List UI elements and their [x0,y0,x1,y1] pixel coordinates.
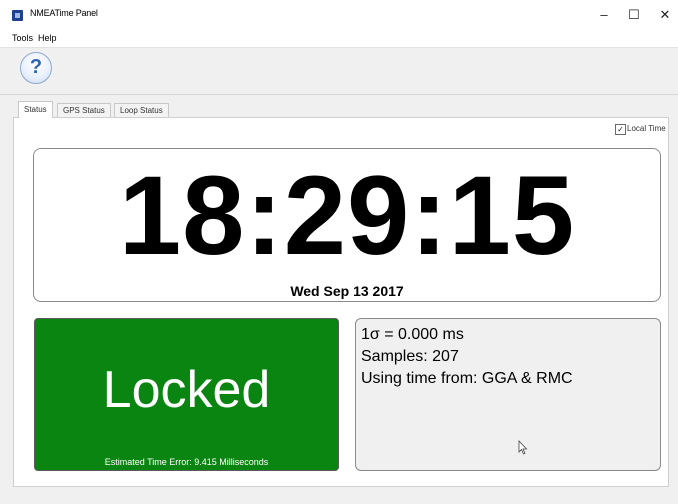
clock-time: 18:29:15 [118,153,576,278]
menu-bar [0,30,678,47]
status-bar [0,492,678,504]
toolbar [0,47,678,95]
sigma-value: 1σ = 0.000 ms [361,326,464,343]
help-icon: ? [29,56,43,78]
app-icon [12,10,23,21]
time-source: Using time from: GGA & RMC [361,370,573,387]
window-title: NMEATime Panel [30,8,98,18]
clock-date: Wed Sep 13 2017 [290,283,404,299]
help-button[interactable]: ? [20,52,52,84]
mouse-cursor-icon [518,440,528,455]
lock-status-label: Locked [102,361,271,419]
close-button[interactable]: ✕ [653,6,677,24]
tab-gps-status[interactable]: GPS Status [57,103,111,118]
minimize-button[interactable]: – [592,6,616,24]
local-time-checkbox[interactable]: ✓ [615,124,626,135]
estimated-time-error: Estimated Time Error: 9.415 Milliseconds [104,457,269,467]
local-time-label: Local Time [627,124,666,133]
title-bar [0,0,678,30]
menu-help[interactable]: Help [38,33,57,43]
tab-status[interactable]: Status [18,101,53,118]
maximize-button[interactable]: ☐ [622,6,646,24]
menu-tools[interactable]: Tools [12,33,33,43]
tab-loop-status[interactable]: Loop Status [114,103,169,118]
samples-count: Samples: 207 [361,348,459,365]
